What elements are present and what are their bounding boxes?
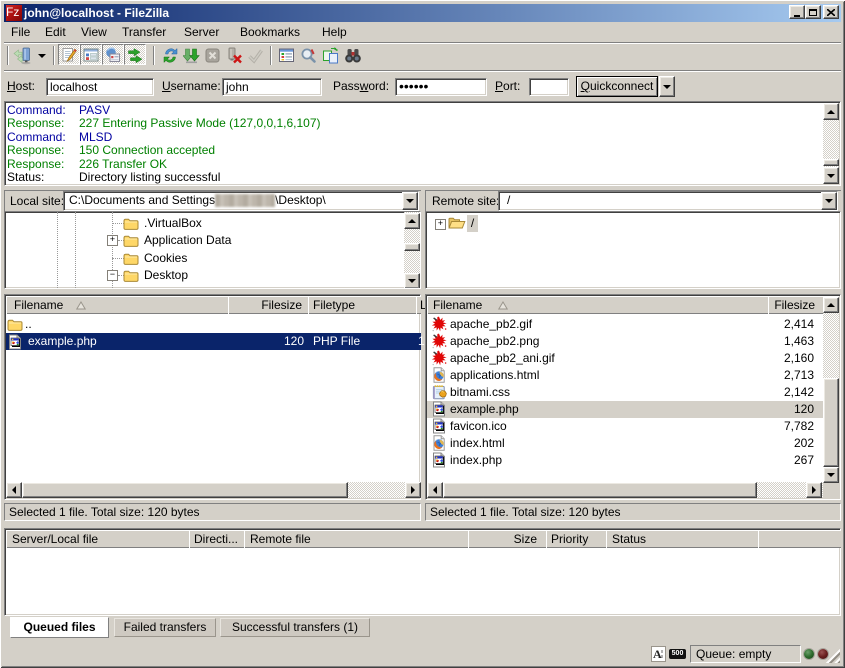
svg-text:A: A (653, 647, 662, 661)
